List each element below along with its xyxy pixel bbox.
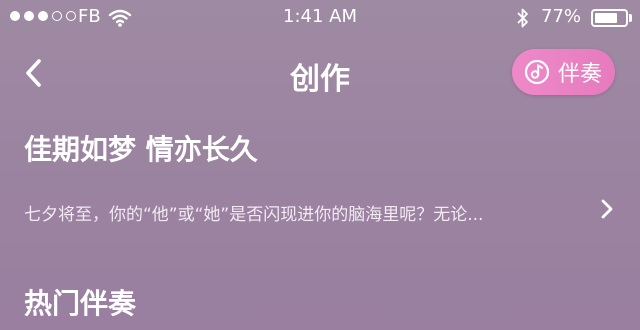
battery-level-fill [595, 13, 617, 23]
section-title-hot-accompaniment: 热门伴奏 [24, 287, 137, 320]
battery-percentage: 77% [541, 6, 582, 27]
topic-title[interactable]: 佳期如梦 情亦长久 [24, 128, 258, 168]
battery-icon [591, 9, 628, 27]
chevron-right-icon[interactable] [600, 198, 614, 220]
topic-description[interactable]: 七夕将至，你的“他”或“她”是否闪现进你的脑海里呢？无论... [24, 200, 483, 225]
accompaniment-button-label: 伴奏 [558, 62, 603, 87]
battery-cap [629, 14, 632, 22]
bluetooth-icon [517, 8, 528, 28]
music-note-icon [524, 59, 550, 85]
navigation-bar: 创作 伴奏 [0, 42, 640, 104]
status-bar: FB 1:41 AM 77% [0, 0, 640, 36]
accompaniment-button[interactable]: 伴奏 [512, 49, 615, 95]
